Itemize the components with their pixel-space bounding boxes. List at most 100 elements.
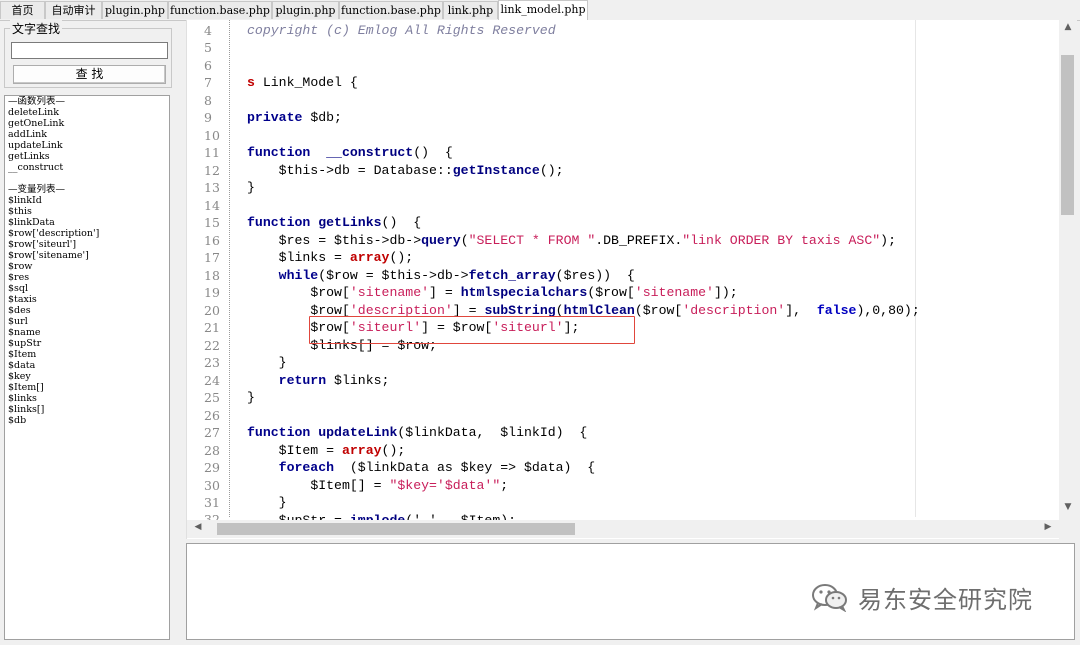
code-editor[interactable]: 4 5 6 7 8 9 10 11 12 13 14 15 16 17 18 1… — [186, 20, 1077, 539]
function-item[interactable]: deleteLink — [8, 107, 166, 118]
code-line: $Item[] = "$key='$data'"; — [247, 477, 508, 494]
vertical-scroll-thumb[interactable] — [1061, 55, 1074, 215]
variable-item[interactable]: $linkData — [8, 217, 166, 228]
variable-item[interactable]: $key — [8, 371, 166, 382]
variable-item[interactable]: $links — [8, 393, 166, 404]
tab-plugin-php[interactable]: plugin.php — [102, 1, 168, 19]
line-number: 7 — [204, 75, 212, 90]
scroll-left-arrow-icon[interactable]: ◀ — [189, 522, 207, 532]
function-item[interactable]: addLink — [8, 129, 166, 140]
function-item[interactable]: getLinks — [8, 151, 166, 162]
variable-item[interactable]: $linkId — [8, 195, 166, 206]
watermark: 易东安全研究院 — [810, 582, 1033, 614]
code-text: ($row[ — [634, 303, 683, 318]
code-text: $Item = — [247, 443, 342, 458]
variable-item[interactable]: $row — [8, 261, 166, 272]
line-number: 20 — [204, 303, 220, 318]
symbol-list[interactable]: —函数列表— deleteLink getOneLink addLink upd… — [4, 95, 170, 640]
scroll-up-arrow-icon[interactable]: ▲ — [1059, 22, 1077, 32]
line-number: 10 — [204, 128, 220, 143]
code-text: ($row = $this->db-> — [318, 268, 469, 283]
code-line: return $links; — [247, 372, 390, 389]
variable-item[interactable]: $links[] — [8, 404, 166, 415]
variable-item[interactable]: $row['siteurl'] — [8, 239, 166, 250]
string-literal: 'description' — [682, 303, 786, 318]
code-text: $row[ — [310, 285, 350, 300]
code-line: } — [247, 179, 255, 196]
line-number: 30 — [204, 478, 220, 493]
line-number: 31 — [204, 495, 220, 510]
scroll-right-arrow-icon[interactable]: ▶ — [1039, 522, 1057, 532]
function-item[interactable]: __construct — [8, 162, 166, 173]
variable-item[interactable]: $row['sitename'] — [8, 250, 166, 261]
vertical-scrollbar[interactable]: ▲ ▼ — [1059, 20, 1077, 517]
variable-item[interactable]: $res — [8, 272, 166, 283]
string-literal: "link ORDER BY taxis ASC" — [682, 233, 881, 248]
code-line: } — [247, 389, 255, 406]
functions-header: —函数列表— — [8, 96, 66, 107]
fold-margin — [229, 20, 231, 517]
code-line: } — [247, 354, 287, 371]
function-item[interactable]: getOneLink — [8, 118, 166, 129]
code-text: $this->db = Database:: — [247, 163, 453, 178]
string-literal: "$key='$data'" — [389, 478, 501, 493]
variable-item[interactable]: $sql — [8, 283, 166, 294]
variable-item[interactable]: $url — [8, 316, 166, 327]
tab-function-base-php[interactable]: function.base.php — [168, 1, 272, 19]
line-number: 4 — [204, 23, 212, 38]
variable-item[interactable]: $des — [8, 305, 166, 316]
variable-item[interactable]: $db — [8, 415, 166, 426]
keyword: while — [278, 268, 319, 283]
line-number: 8 — [204, 93, 212, 108]
keyword: foreach — [278, 460, 335, 475]
variable-item[interactable]: $Item[] — [8, 382, 166, 393]
code-line: s Link_Model { — [247, 74, 358, 91]
variable-item[interactable]: $Item — [8, 349, 166, 360]
keyword: false — [816, 303, 857, 318]
line-number: 25 — [204, 390, 220, 405]
tab-link-php[interactable]: link.php — [443, 1, 498, 19]
string-literal: 'sitename' — [349, 285, 430, 300]
tab-home[interactable]: 首页 — [0, 1, 45, 19]
line-number: 16 — [204, 233, 220, 248]
horizontal-scrollbar[interactable]: ◀ ▶ — [187, 520, 1059, 538]
code-text: ($res)) { — [555, 268, 635, 283]
search-input[interactable] — [11, 42, 168, 59]
tab-link-model-php[interactable]: link_model.php — [498, 0, 588, 21]
tab-plugin-php-2[interactable]: plugin.php — [272, 1, 339, 19]
line-number: 17 — [204, 250, 220, 265]
variable-item[interactable]: $name — [8, 327, 166, 338]
code-line: $row['sitename'] = htmlspecialchars($row… — [247, 284, 737, 301]
variable-item[interactable]: $upStr — [8, 338, 166, 349]
line-number: 24 — [204, 373, 220, 388]
keyword: array — [349, 250, 390, 265]
code-line: } — [247, 494, 287, 511]
horizontal-scroll-thumb[interactable] — [217, 523, 575, 535]
keyword: function — [247, 145, 311, 160]
line-number: 5 — [204, 40, 212, 55]
code-text: } — [278, 495, 287, 510]
function-item[interactable]: updateLink — [8, 140, 166, 151]
line-number: 23 — [204, 355, 220, 370]
line-number: 22 — [204, 338, 220, 353]
variable-item[interactable]: $data — [8, 360, 166, 371]
search-button[interactable]: 查 找 — [13, 65, 166, 84]
string-literal: "SELECT * FROM " — [468, 233, 596, 248]
code-text: (); — [389, 250, 414, 265]
comment-text: copyright (c) Emlog All Rights Reserved — [247, 23, 556, 38]
variable-item[interactable]: $this — [8, 206, 166, 217]
code-line: $res = $this->db->query("SELECT * FROM "… — [247, 232, 896, 249]
tab-auto-audit[interactable]: 自动审计 — [45, 1, 102, 19]
code-line: $links = array(); — [247, 249, 414, 266]
scroll-down-arrow-icon[interactable]: ▼ — [1059, 502, 1077, 512]
code-text: ( — [460, 233, 469, 248]
class-name: Link_Model { — [254, 75, 358, 90]
variable-item[interactable]: $taxis — [8, 294, 166, 305]
tab-function-base-php-2[interactable]: function.base.php — [339, 1, 443, 19]
variable-item[interactable]: $row['description'] — [8, 228, 166, 239]
